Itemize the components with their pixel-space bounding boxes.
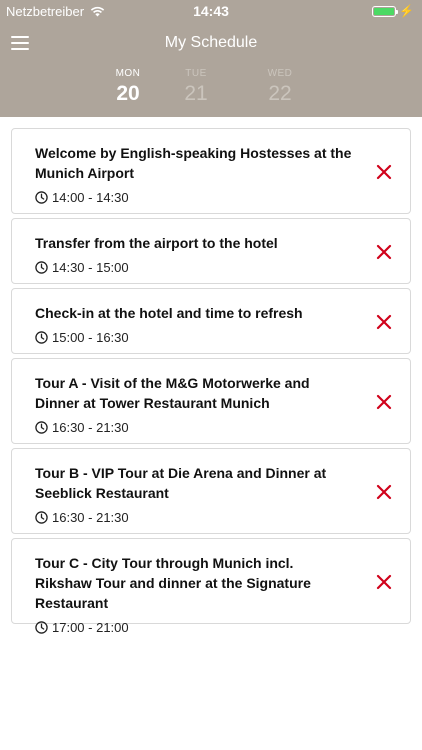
- event-title: Tour C - City Tour through Munich incl. …: [35, 555, 311, 611]
- event-title: Welcome by English-speaking Hostesses at…: [35, 145, 352, 181]
- event-time: 17:00 - 21:00: [52, 620, 129, 635]
- schedule-card[interactable]: Welcome by English-speaking Hostesses at…: [11, 128, 411, 214]
- battery-group: ⚡: [372, 5, 414, 17]
- day-selector: MON 20 TUE 21 WED 22: [0, 68, 422, 114]
- event-time: 14:00 - 14:30: [52, 190, 129, 205]
- schedule-card[interactable]: Transfer from the airport to the hotel 14…: [11, 218, 411, 284]
- status-bar: Netzbetreiber 14:43 ⚡: [0, 0, 422, 22]
- event-title: Tour A - Visit of the M&G Motorwerke and…: [35, 375, 310, 411]
- battery-level-fill: [374, 7, 395, 15]
- schedule-card[interactable]: Tour B - VIP Tour at Die Arena and Dinne…: [11, 448, 411, 534]
- clock-icon: [35, 511, 48, 524]
- day-number: 21: [184, 82, 208, 105]
- event-time: 15:00 - 16:30: [52, 330, 129, 345]
- clock-icon: [35, 421, 48, 434]
- event-time-row: 14:00 - 14:30: [35, 190, 354, 205]
- schedule-card[interactable]: Check-in at the hotel and time to refres…: [11, 288, 411, 354]
- event-time-row: 16:30 - 21:30: [35, 510, 354, 525]
- clock-icon: [35, 621, 48, 634]
- schedule-list: Welcome by English-speaking Hostesses at…: [11, 128, 411, 635]
- day-of-week: WED: [267, 68, 293, 79]
- day-number: 22: [268, 82, 292, 105]
- remove-x-icon[interactable]: [376, 244, 392, 260]
- schedule-card[interactable]: Tour A - Visit of the M&G Motorwerke and…: [11, 358, 411, 444]
- remove-x-icon[interactable]: [376, 574, 392, 590]
- schedule-card[interactable]: Tour C - City Tour through Munich incl. …: [11, 538, 411, 635]
- clock-icon: [35, 261, 48, 274]
- clock-icon: [35, 191, 48, 204]
- event-title: Transfer from the airport to the hotel: [35, 235, 278, 251]
- event-time-row: 14:30 - 15:00: [35, 260, 354, 275]
- battery-tip: [396, 9, 399, 14]
- day-of-week: MON: [115, 68, 141, 79]
- page-title: My Schedule: [164, 34, 258, 51]
- remove-x-icon[interactable]: [376, 314, 392, 330]
- day-tab-wed[interactable]: WED 22: [250, 68, 310, 106]
- remove-x-icon[interactable]: [376, 164, 392, 180]
- charging-bolt-icon: ⚡: [399, 4, 414, 18]
- event-time-row: 16:30 - 21:30: [35, 420, 354, 435]
- day-of-week: TUE: [185, 68, 207, 79]
- clock-icon: [35, 331, 48, 344]
- day-tab-mon[interactable]: MON 20: [98, 68, 158, 106]
- app-header: Netzbetreiber 14:43 ⚡ My Schedule MON 20 T…: [0, 0, 422, 117]
- status-time: 14:43: [193, 3, 229, 19]
- title-bar: My Schedule: [0, 22, 422, 66]
- event-time-row: 17:00 - 21:00: [35, 620, 354, 635]
- day-tab-tue[interactable]: TUE 21: [166, 68, 226, 106]
- remove-x-icon[interactable]: [376, 394, 392, 410]
- battery-icon: [372, 5, 399, 17]
- remove-x-icon[interactable]: [376, 484, 392, 500]
- event-title: Tour B - VIP Tour at Die Arena and Dinne…: [35, 465, 327, 501]
- day-number: 20: [116, 82, 140, 105]
- event-time: 16:30 - 21:30: [52, 510, 129, 525]
- event-time: 14:30 - 15:00: [52, 260, 129, 275]
- event-title: Check-in at the hotel and time to refres…: [35, 305, 303, 321]
- event-time: 16:30 - 21:30: [52, 420, 129, 435]
- event-time-row: 15:00 - 16:30: [35, 330, 354, 345]
